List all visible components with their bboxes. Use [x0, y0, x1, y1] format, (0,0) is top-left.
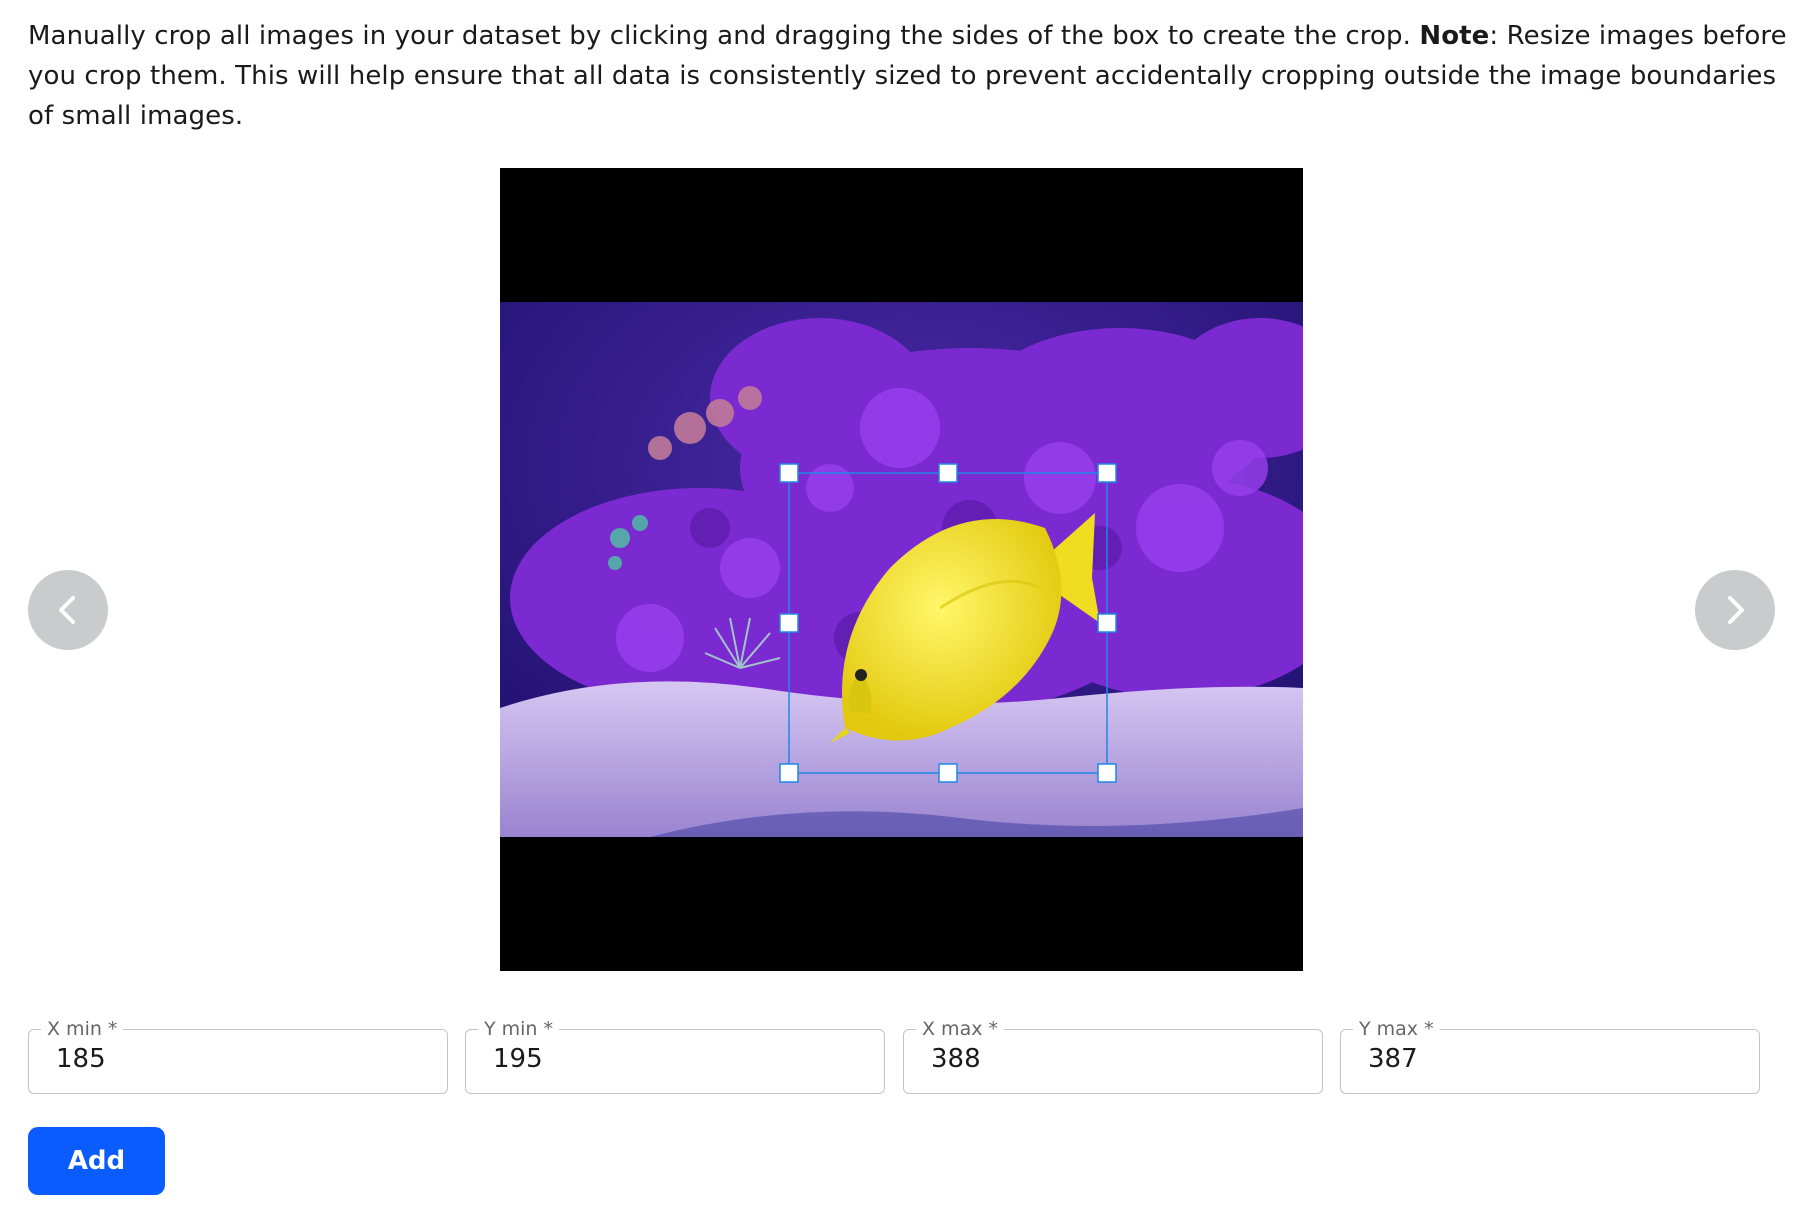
instructions-intro: Manually crop all images in your dataset… [28, 21, 1420, 51]
crop-page: Manually crop all images in your dataset… [0, 0, 1804, 1218]
crop-handle-right[interactable] [1097, 613, 1117, 633]
image-viewer [500, 168, 1303, 971]
crop-handle-left[interactable] [779, 613, 799, 633]
x-min-input[interactable] [30, 1034, 436, 1084]
crop-handle-top-left[interactable] [779, 463, 799, 483]
y-min-field: Y min * [465, 1020, 885, 1094]
crop-handle-bottom-right[interactable] [1097, 763, 1117, 783]
add-button[interactable]: Add [28, 1127, 165, 1195]
previous-image-button[interactable] [28, 570, 108, 650]
x-max-field: X max * [903, 1020, 1323, 1094]
y-min-input[interactable] [467, 1034, 873, 1084]
crop-handle-bottom[interactable] [938, 763, 958, 783]
x-min-field: X min * [28, 1020, 448, 1094]
chevron-right-icon [1728, 596, 1744, 624]
crop-handle-top-right[interactable] [1097, 463, 1117, 483]
x-max-input[interactable] [905, 1034, 1311, 1084]
y-max-field: Y max * [1340, 1020, 1760, 1094]
dataset-image [500, 168, 1303, 971]
y-max-input[interactable] [1342, 1034, 1748, 1084]
crop-handle-bottom-left[interactable] [779, 763, 799, 783]
next-image-button[interactable] [1695, 570, 1775, 650]
instructions-text: Manually crop all images in your dataset… [28, 16, 1788, 136]
crop-handle-top[interactable] [938, 463, 958, 483]
note-label: Note [1419, 21, 1490, 51]
chevron-left-icon [59, 596, 75, 624]
